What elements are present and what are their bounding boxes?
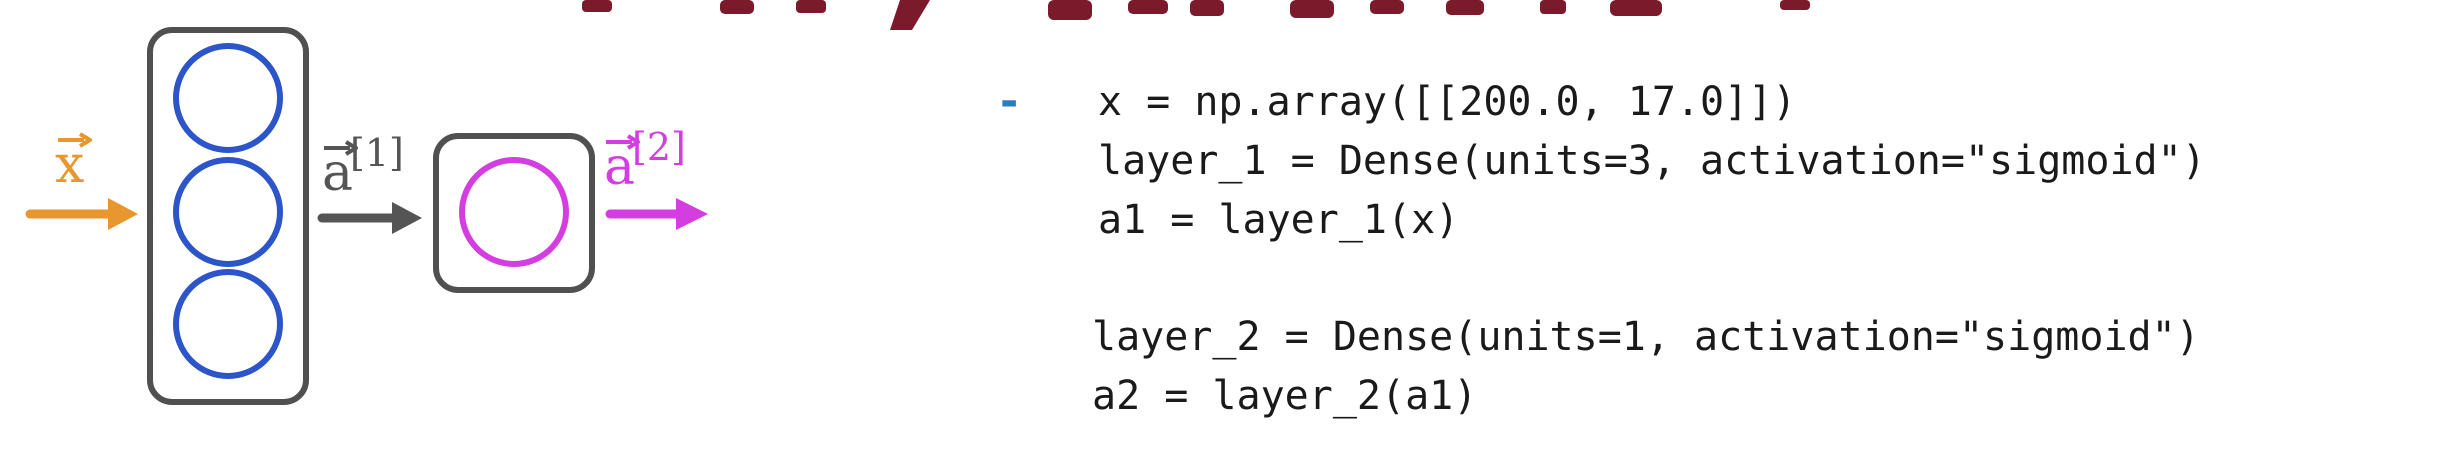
- hidden-output-superscript: [1]: [350, 131, 404, 175]
- code-line-2: layer_1 = Dense(units=3, activation="sig…: [1098, 138, 2206, 184]
- layer-1-unit-3: [173, 269, 283, 379]
- input-arrow: [25, 198, 138, 230]
- code-line-5: a2 = layer_2(a1): [1092, 373, 1478, 419]
- code-line-4: layer_2 = Dense(units=1, activation="sig…: [1092, 314, 2200, 360]
- output-arrow: [605, 198, 708, 230]
- layer-2-unit-1: [459, 157, 569, 267]
- hidden-output-label: a [1]: [322, 131, 404, 203]
- slide: x a [1] a [2] - x = np.array([[200.0, 17…: [0, 0, 2442, 452]
- layer-1-unit-1: [173, 43, 283, 153]
- neural-network-diagram: x a [1] a [2]: [25, 27, 708, 405]
- code-line-1: x = np.array([[200.0, 17.0]]): [1098, 79, 1797, 125]
- hidden-arrow: [317, 202, 422, 234]
- layer-1-unit-2: [173, 157, 283, 267]
- bullet-marker: -: [1000, 76, 1019, 127]
- final-output-label: a [2]: [604, 125, 686, 197]
- code-panel: - x = np.array([[200.0, 17.0]]) layer_1 …: [990, 70, 2410, 430]
- input-label: x: [55, 132, 92, 195]
- code-line-3: a1 = layer_1(x): [1098, 197, 1460, 243]
- final-output-superscript: [2]: [632, 125, 686, 169]
